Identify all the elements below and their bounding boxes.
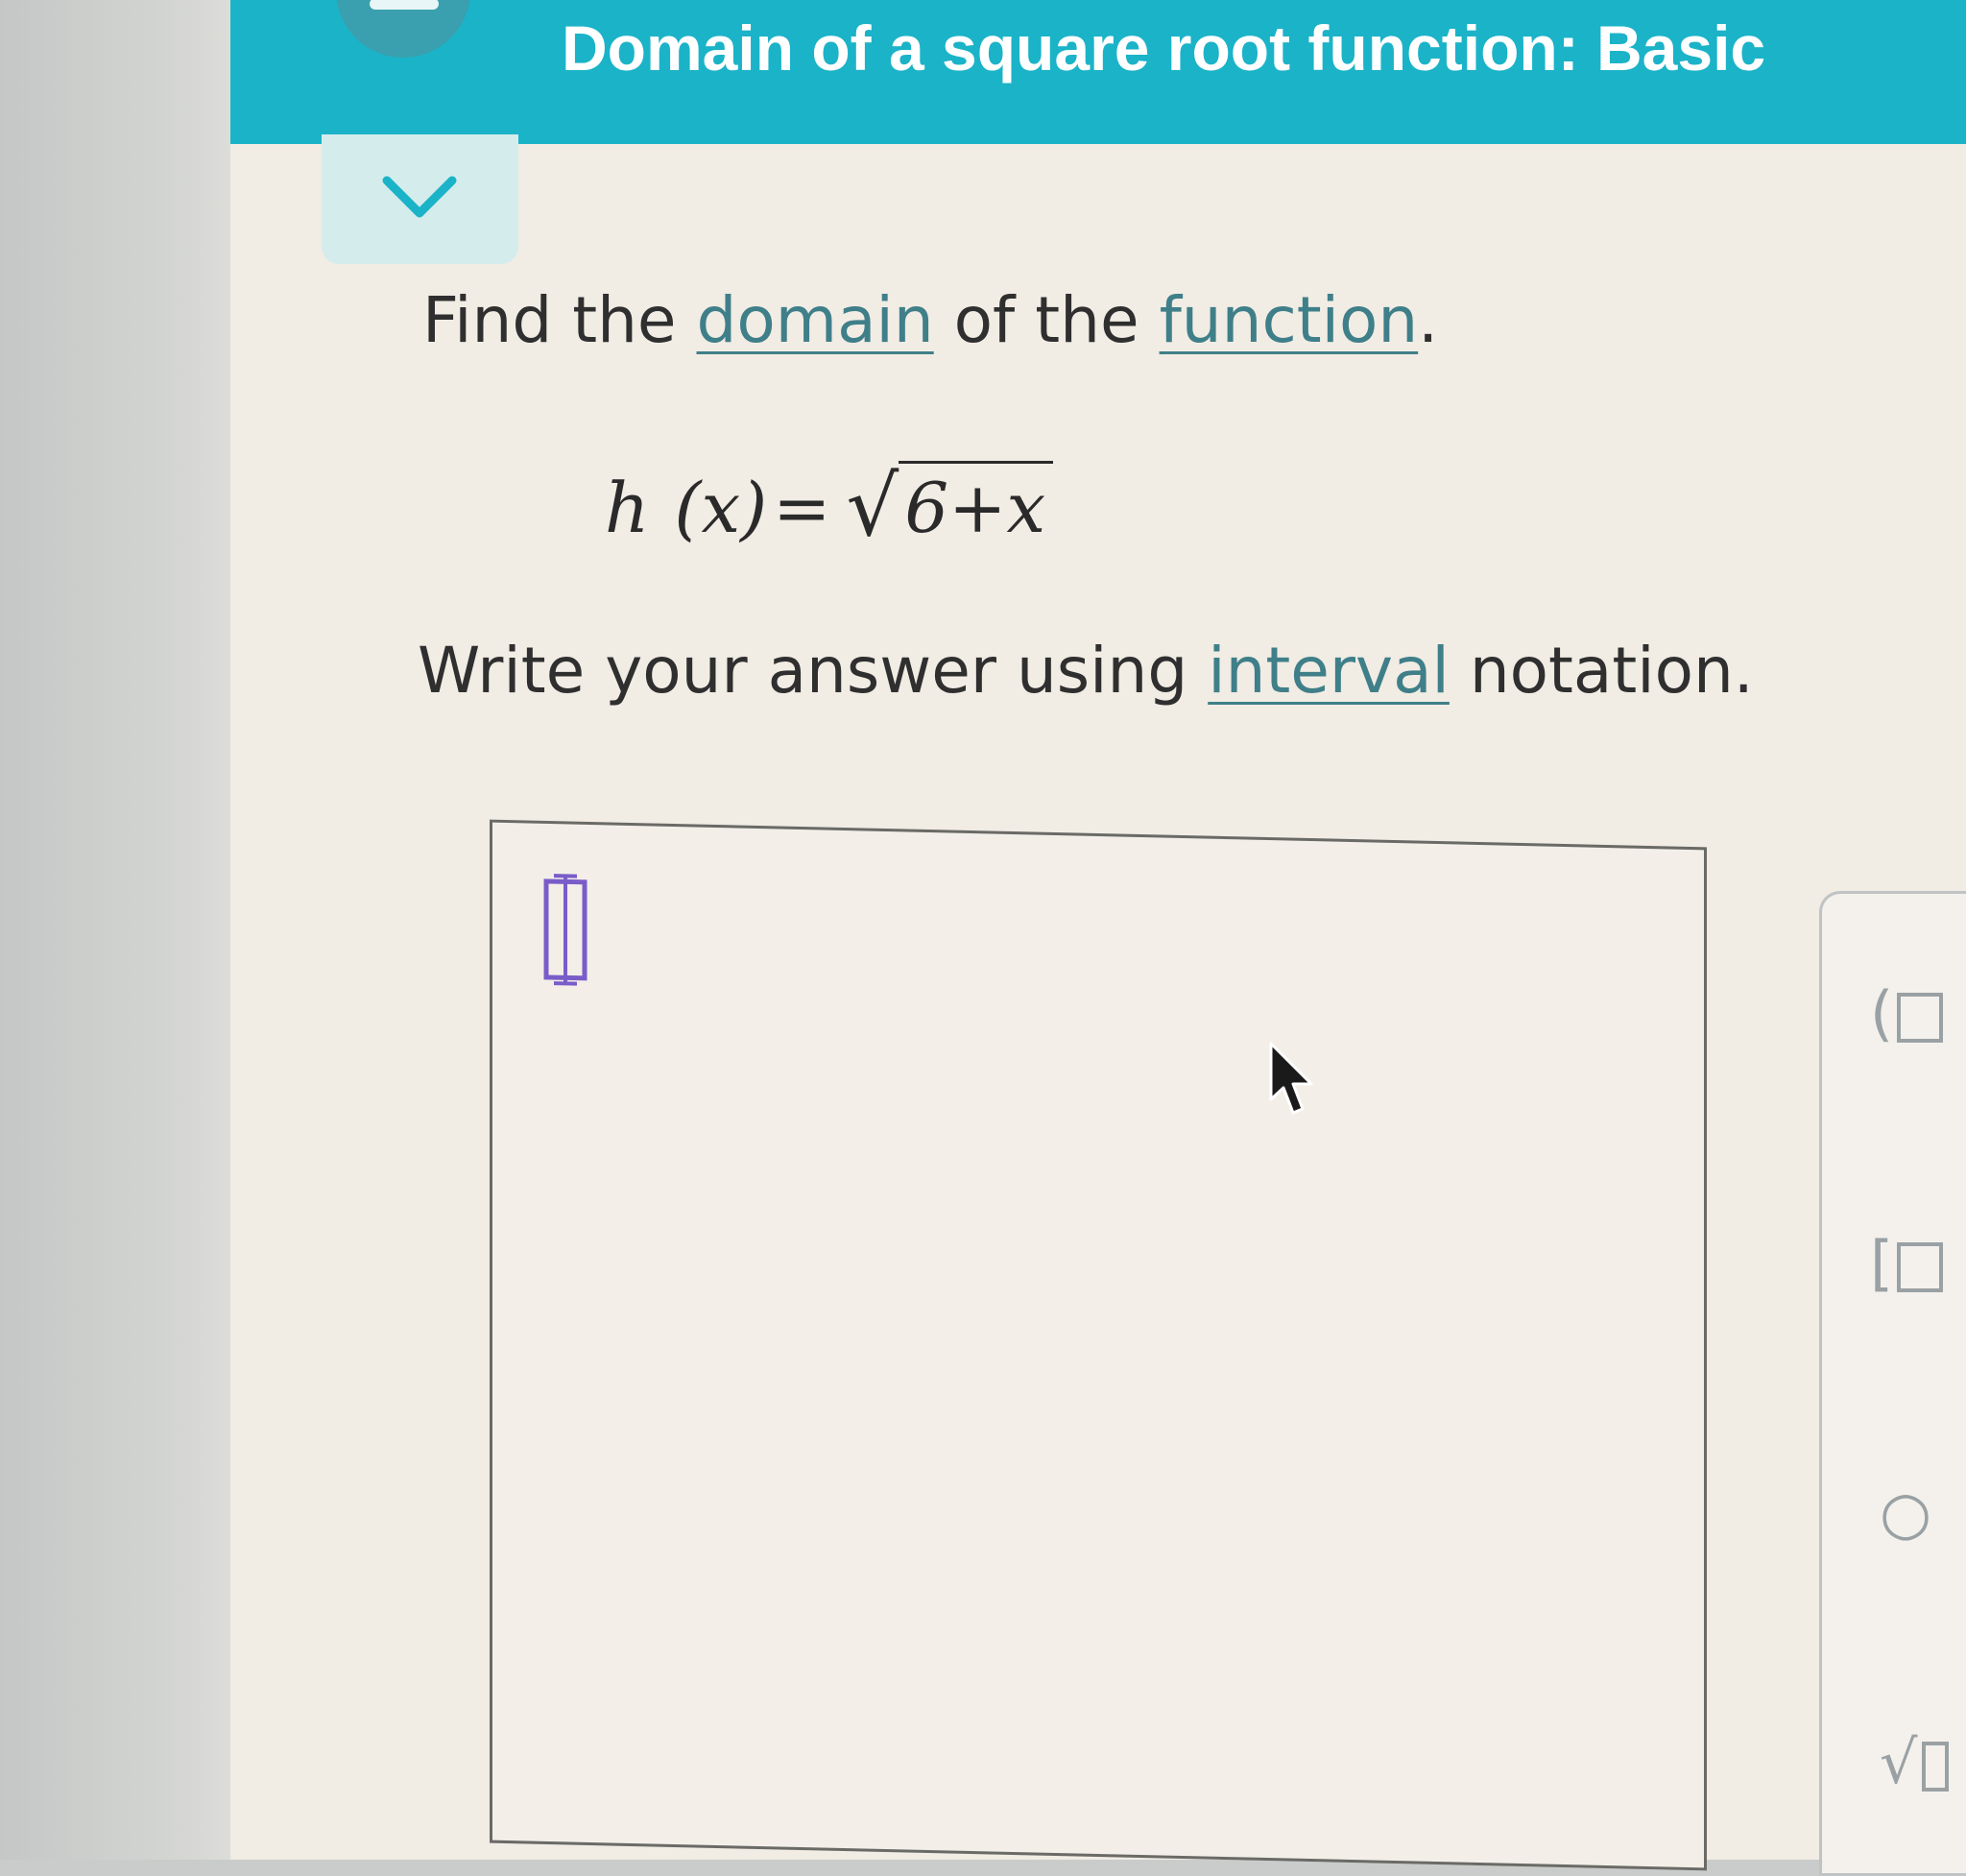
key-label: ○ <box>1880 1478 1932 1548</box>
radicand: 6+x <box>899 461 1054 548</box>
radical-sign-icon: √ <box>846 459 899 555</box>
instruction-text: Write your answer using <box>418 634 1209 708</box>
interval-link[interactable]: interval <box>1208 634 1450 708</box>
equals-sign: = <box>773 468 831 548</box>
function-equation: h (x) = √ 6+x <box>605 461 1054 548</box>
math-keypad: ( [ ○ √ <box>1819 891 1966 1876</box>
menu-icon <box>370 0 439 10</box>
placeholder-box-icon <box>1897 992 1944 1043</box>
prompt-text: of the <box>933 283 1160 357</box>
screen: Domain of a square root function: Basic … <box>230 0 1966 1876</box>
keypad-open-paren-button[interactable]: ( <box>1870 978 1944 1048</box>
square-root: √ 6+x <box>847 461 1054 548</box>
question-prompt: Find the domain of the function. <box>422 283 1438 357</box>
topic-title: Domain of a square root function: Basic <box>562 12 1766 84</box>
function-argument: (x) <box>674 468 768 548</box>
key-label: √ <box>1880 1727 1918 1797</box>
menu-button[interactable] <box>336 0 470 58</box>
domain-link[interactable]: domain <box>697 283 934 357</box>
function-name: h <box>605 468 650 548</box>
mouse-pointer-icon <box>1269 1042 1313 1115</box>
keypad-sqrt-button[interactable]: √ <box>1880 1727 1949 1797</box>
function-link[interactable]: function <box>1160 283 1419 357</box>
key-label: [ <box>1870 1228 1894 1298</box>
topic-header: Domain of a square root function: Basic <box>230 0 1966 144</box>
answer-input[interactable] <box>490 819 1707 1871</box>
input-cursor-icon <box>543 874 587 986</box>
keypad-open-bracket-button[interactable]: [ <box>1870 1228 1944 1298</box>
prompt-text: Find the <box>422 283 697 357</box>
placeholder-box-icon <box>1897 1241 1944 1292</box>
instruction-text: notation. <box>1449 634 1754 708</box>
collapse-button[interactable] <box>322 134 518 264</box>
key-label: ( <box>1870 978 1894 1048</box>
keypad-circle-button[interactable]: ○ <box>1880 1478 1931 1548</box>
prompt-text: . <box>1418 283 1439 357</box>
chevron-down-icon <box>382 176 457 218</box>
instruction: Write your answer using interval notatio… <box>418 634 1754 708</box>
placeholder-box-icon <box>1921 1741 1949 1792</box>
monitor-bezel <box>0 0 230 1860</box>
